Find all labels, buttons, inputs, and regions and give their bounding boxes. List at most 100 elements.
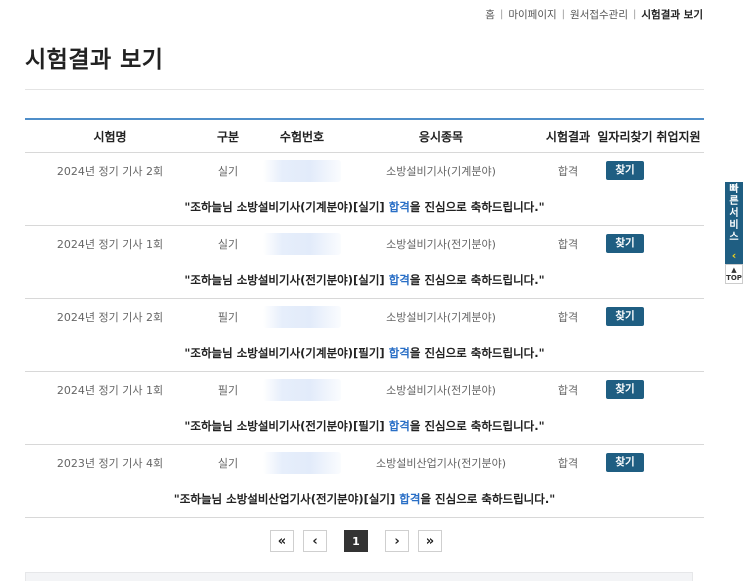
pagination: « ‹ 1 › »	[270, 530, 442, 552]
exam-type: 실기	[217, 456, 239, 470]
message-text: 을 진심으로 축하드립니다."	[409, 199, 545, 214]
page-title: 시험결과 보기	[25, 47, 164, 73]
exam-number-masked	[261, 451, 343, 474]
header-result: 시험결과	[545, 129, 591, 144]
breadcrumb-current: 시험결과 보기	[641, 9, 703, 21]
breadcrumb-application-management[interactable]: 원서접수관리	[570, 7, 628, 22]
breadcrumb-mypage[interactable]: 마이페이지	[508, 7, 556, 22]
table-row: 2024년 정기 기사 2회 필기 소방설비기사(기계분야) 합격 찾기 "조하…	[25, 299, 704, 372]
masked-value	[263, 159, 341, 182]
pass-highlight: 합격	[388, 345, 410, 360]
header-exam-number: 수험번호	[279, 129, 325, 144]
exam-type: 필기	[217, 310, 239, 324]
congratulation-message: "조하늘님 소방설비기사(기계분야)[필기] 합격 을 진심으로 축하드립니다."	[25, 334, 704, 371]
header-exam-name: 시험명	[93, 129, 127, 144]
exam-results-table: 시험명 구분 수험번호 응시종목 시험결과 일자리찾기 취업지원 2024년 정…	[25, 118, 704, 518]
exam-result: 합격	[557, 164, 579, 178]
pass-highlight: 합격	[399, 491, 421, 506]
find-job-button[interactable]: 찾기	[606, 161, 644, 180]
exam-item: 소방설비기사(전기분야)	[386, 383, 496, 397]
exam-item: 소방설비기사(기계분야)	[386, 310, 496, 324]
header-type: 구분	[216, 129, 240, 144]
congratulation-message: "조하늘님 소방설비기사(전기분야)[필기] 합격 을 진심으로 축하드립니다."	[25, 407, 704, 444]
job-search-cell: 찾기	[597, 161, 653, 180]
result-row: 2024년 정기 기사 1회 실기 소방설비기사(전기분야) 합격 찾기	[25, 226, 704, 261]
table-header: 시험명 구분 수험번호 응시종목 시험결과 일자리찾기 취업지원	[25, 120, 704, 153]
find-job-button[interactable]: 찾기	[606, 380, 644, 399]
masked-value	[263, 451, 341, 474]
pass-highlight: 합격	[388, 418, 410, 433]
masked-value	[263, 232, 341, 255]
exam-name: 2023년 정기 기사 4회	[56, 456, 164, 470]
table-row: 2024년 정기 기사 1회 실기 소방설비기사(전기분야) 합격 찾기 "조하…	[25, 226, 704, 299]
masked-value	[263, 305, 341, 328]
message-text: "조하늘님 소방설비산업기사(전기분야)[실기]	[173, 491, 396, 506]
exam-result: 합격	[557, 237, 579, 251]
last-page-button[interactable]: »	[418, 530, 442, 552]
first-page-button[interactable]: «	[270, 530, 294, 552]
exam-number-masked	[261, 232, 343, 255]
exam-name: 2024년 정기 기사 1회	[56, 383, 164, 397]
exam-result: 합격	[557, 383, 579, 397]
exam-result: 합격	[557, 310, 579, 324]
quick-service-button[interactable]: 빠른서비스	[725, 182, 743, 246]
exam-number-masked	[261, 159, 343, 182]
job-search-cell: 찾기	[597, 234, 653, 253]
find-job-button[interactable]: 찾기	[606, 453, 644, 472]
message-text: 을 진심으로 축하드립니다."	[409, 345, 545, 360]
congratulation-message: "조하늘님 소방설비기사(기계분야)[실기] 합격 을 진심으로 축하드립니다."	[25, 188, 704, 225]
message-text: "조하늘님 소방설비기사(전기분야)[필기]	[184, 418, 385, 433]
find-job-button[interactable]: 찾기	[606, 234, 644, 253]
exam-number-masked	[261, 305, 343, 328]
job-search-cell: 찾기	[597, 307, 653, 326]
header-employment-support: 취업지원	[656, 129, 701, 144]
message-text: 을 진심으로 축하드립니다."	[420, 491, 556, 506]
exam-result: 합격	[557, 456, 579, 470]
next-page-button[interactable]: ›	[385, 530, 409, 552]
page-number-current[interactable]: 1	[344, 530, 368, 552]
exam-item: 소방설비기사(전기분야)	[386, 237, 496, 251]
collapse-button[interactable]: ‹	[725, 246, 743, 264]
find-job-button[interactable]: 찾기	[606, 307, 644, 326]
quick-service-label: 빠른서비스	[729, 184, 739, 243]
breadcrumb: 홈 | 마이페이지 | 원서접수관리 | 시험결과 보기	[485, 7, 703, 22]
exam-item: 소방설비기사(기계분야)	[386, 164, 496, 178]
breadcrumb-separator: |	[561, 9, 566, 20]
result-row: 2024년 정기 기사 2회 실기 소방설비기사(기계분야) 합격 찾기	[25, 153, 704, 188]
exam-number-masked	[261, 378, 343, 401]
breadcrumb-separator: |	[633, 9, 637, 20]
top-label: TOP	[726, 274, 742, 282]
exam-type: 필기	[217, 383, 239, 397]
quick-service-tab: 빠른서비스 ‹ ▲ TOP	[725, 182, 743, 285]
pass-highlight: 합격	[388, 199, 410, 214]
scroll-top-button[interactable]: ▲ TOP	[725, 264, 743, 284]
message-text: "조하늘님 소방설비기사(기계분야)[실기]	[184, 199, 385, 214]
result-row: 2024년 정기 기사 1회 필기 소방설비기사(전기분야) 합격 찾기	[25, 372, 704, 407]
chevron-left-icon: ‹	[731, 248, 737, 262]
info-box	[25, 572, 693, 581]
masked-value	[263, 378, 341, 401]
breadcrumb-home[interactable]: 홈	[485, 7, 495, 22]
exam-type: 실기	[217, 237, 239, 251]
job-search-cell: 찾기	[597, 453, 653, 472]
message-text: 을 진심으로 축하드립니다."	[409, 418, 545, 433]
message-text: "조하늘님 소방설비기사(기계분야)[필기]	[184, 345, 385, 360]
header-job-search: 일자리찾기	[597, 129, 653, 144]
title-divider	[25, 89, 704, 90]
congratulation-message: "조하늘님 소방설비산업기사(전기분야)[실기] 합격 을 진심으로 축하드립니다…	[25, 480, 704, 517]
job-search-cell: 찾기	[597, 380, 653, 399]
caret-up-icon: ▲	[731, 266, 737, 274]
table-row: 2023년 정기 기사 4회 실기 소방설비산업기사(전기분야) 합격 찾기 "…	[25, 445, 704, 518]
table-row: 2024년 정기 기사 2회 실기 소방설비기사(기계분야) 합격 찾기 "조하…	[25, 153, 704, 226]
exam-name: 2024년 정기 기사 2회	[56, 164, 164, 178]
table-row: 2024년 정기 기사 1회 필기 소방설비기사(전기분야) 합격 찾기 "조하…	[25, 372, 704, 445]
result-row: 2023년 정기 기사 4회 실기 소방설비산업기사(전기분야) 합격 찾기	[25, 445, 704, 480]
prev-page-button[interactable]: ‹	[303, 530, 327, 552]
pass-highlight: 합격	[388, 272, 410, 287]
breadcrumb-separator: |	[499, 9, 504, 20]
exam-name: 2024년 정기 기사 2회	[56, 310, 164, 324]
header-exam-item: 응시종목	[418, 129, 464, 144]
exam-name: 2024년 정기 기사 1회	[56, 237, 164, 251]
result-row: 2024년 정기 기사 2회 필기 소방설비기사(기계분야) 합격 찾기	[25, 299, 704, 334]
congratulation-message: "조하늘님 소방설비기사(전기분야)[실기] 합격 을 진심으로 축하드립니다."	[25, 261, 704, 298]
